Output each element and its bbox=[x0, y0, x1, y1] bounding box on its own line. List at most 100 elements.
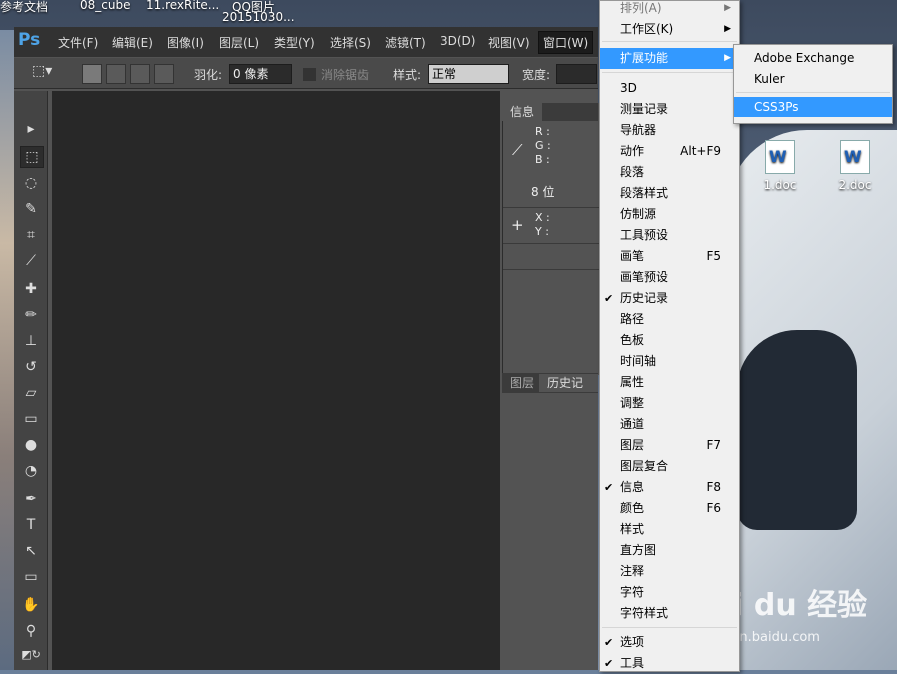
clone-stamp-icon[interactable]: ⊥ bbox=[20, 331, 42, 351]
extension-menu-item[interactable]: Kuler bbox=[734, 69, 892, 89]
document-canvas[interactable] bbox=[52, 91, 500, 670]
menu-image[interactable]: 图像(I) bbox=[167, 34, 204, 51]
window-menu-item[interactable]: 动作 Alt+F9 bbox=[600, 141, 739, 162]
menu-select[interactable]: 选择(S) bbox=[330, 34, 371, 51]
window-menu-item[interactable]: 段落 bbox=[600, 162, 739, 183]
info-b: B : bbox=[535, 153, 550, 166]
menu-file[interactable]: 文件(F) bbox=[58, 34, 98, 51]
menu-3d[interactable]: 3D(D) bbox=[440, 34, 475, 48]
tab-layers[interactable]: 图层 bbox=[502, 374, 542, 392]
menu-view[interactable]: 视图(V) bbox=[488, 34, 530, 51]
pen-tool-icon[interactable]: ✒ bbox=[20, 489, 42, 509]
window-menu-item[interactable]: 画笔预设 bbox=[600, 267, 739, 288]
window-menu-item[interactable]: 图层复合 bbox=[600, 456, 739, 477]
healing-brush-icon[interactable]: ✚ bbox=[20, 279, 42, 299]
antialias-checkbox[interactable] bbox=[303, 68, 316, 81]
window-menu-item[interactable]: 排列(A) ▶ bbox=[600, 0, 739, 19]
desktop-label[interactable]: 08_cube bbox=[80, 0, 130, 12]
menu-item-label: 历史记录 bbox=[620, 291, 669, 305]
window-menu-item[interactable]: 导航器 bbox=[600, 120, 739, 141]
history-panel bbox=[502, 393, 598, 670]
window-menu-item[interactable]: 画笔 F5 bbox=[600, 246, 739, 267]
menu-item-label: 颜色 bbox=[620, 501, 645, 515]
window-menu-item[interactable]: ✔ 信息 F8 bbox=[600, 477, 739, 498]
move-tool-icon[interactable]: ▸ bbox=[20, 119, 42, 139]
window-menu-item[interactable]: 通道 bbox=[600, 414, 739, 435]
style-select[interactable]: 正常 bbox=[428, 64, 509, 84]
window-menu-item[interactable]: 样式 bbox=[600, 519, 739, 540]
menu-shortcut: Alt+F9 bbox=[680, 144, 721, 158]
tab-info[interactable]: 信息 bbox=[502, 103, 543, 121]
window-menu-item[interactable]: 扩展功能 ▶ bbox=[600, 48, 739, 69]
quick-select-tool-icon[interactable]: ✎ bbox=[20, 199, 42, 219]
window-menu-item[interactable]: ✔ 历史记录 bbox=[600, 288, 739, 309]
menu-window[interactable]: 窗口(W) bbox=[538, 31, 594, 54]
menu-item-label: 通道 bbox=[620, 417, 645, 431]
toolbox: ▸ ⬚ ◌ ✎ ⌗ ⟋ ✚ ✏ ⊥ ↺ ▱ ▭ ● ◔ ✒ T ↖ ▭ ✋ ⚲ … bbox=[14, 91, 48, 670]
desktop-label[interactable]: 11.rexRite... bbox=[146, 0, 219, 12]
menu-shortcut: F5 bbox=[706, 249, 721, 263]
marquee-preset-icon[interactable]: ⬚▾ bbox=[32, 63, 52, 79]
menu-layer[interactable]: 图层(L) bbox=[219, 34, 259, 51]
window-menu-item[interactable]: 时间轴 bbox=[600, 351, 739, 372]
marquee-tool-icon[interactable]: ⬚ bbox=[20, 146, 44, 168]
window-menu-item[interactable]: 段落样式 bbox=[600, 183, 739, 204]
window-menu-item[interactable]: 图层 F7 bbox=[600, 435, 739, 456]
desktop-label[interactable]: 20151030... bbox=[222, 10, 295, 24]
window-menu-item[interactable]: 路径 bbox=[600, 309, 739, 330]
desktop-icon-2-doc[interactable]: 2.doc bbox=[825, 140, 885, 192]
crop-tool-icon[interactable]: ⌗ bbox=[20, 225, 42, 245]
menu-shortcut: F8 bbox=[706, 480, 721, 494]
feather-label: 羽化: bbox=[194, 68, 223, 82]
menu-filter[interactable]: 滤镜(T) bbox=[385, 34, 426, 51]
width-input[interactable] bbox=[556, 64, 597, 84]
window-menu-item[interactable]: 工具预设 bbox=[600, 225, 739, 246]
path-select-icon[interactable]: ↖ bbox=[20, 541, 42, 561]
zoom-tool-icon[interactable]: ⚲ bbox=[20, 621, 42, 641]
gradient-tool-icon[interactable]: ▭ bbox=[20, 409, 42, 429]
menu-item-label: 工具 bbox=[620, 656, 645, 670]
menu-type[interactable]: 类型(Y) bbox=[274, 34, 315, 51]
window-menu-item[interactable]: ✔ 选项 bbox=[600, 632, 739, 653]
window-menu-item[interactable]: 调整 bbox=[600, 393, 739, 414]
swap-colors-icon[interactable]: ◩↻ bbox=[20, 645, 42, 665]
lasso-tool-icon[interactable]: ◌ bbox=[20, 173, 42, 193]
eyedropper-tool-icon[interactable]: ⟋ bbox=[20, 251, 42, 271]
extension-menu-item[interactable]: Adobe Exchange bbox=[734, 48, 892, 68]
tab-history[interactable]: 历史记录 bbox=[539, 374, 598, 408]
window-menu-item[interactable]: 测量记录 bbox=[600, 99, 739, 120]
intersect-selection-icon[interactable] bbox=[154, 64, 174, 84]
window-menu-item[interactable]: 注释 bbox=[600, 561, 739, 582]
type-tool-icon[interactable]: T bbox=[20, 515, 42, 535]
window-menu-item[interactable]: 字符样式 bbox=[600, 603, 739, 624]
brush-tool-icon[interactable]: ✏ bbox=[20, 305, 42, 325]
menu-item-label: 段落 bbox=[620, 165, 645, 179]
window-menu-item[interactable]: 工作区(K) ▶ bbox=[600, 19, 739, 40]
menu-separator bbox=[602, 627, 737, 628]
dodge-tool-icon[interactable]: ◔ bbox=[20, 461, 42, 481]
window-menu-item[interactable]: 3D bbox=[600, 78, 739, 99]
window-menu-item[interactable]: 仿制源 bbox=[600, 204, 739, 225]
window-menu-item[interactable]: 直方图 bbox=[600, 540, 739, 561]
shape-tool-icon[interactable]: ▭ bbox=[20, 567, 42, 587]
add-selection-icon[interactable] bbox=[106, 64, 126, 84]
desktop-icon-1-doc[interactable]: 1.doc bbox=[750, 140, 810, 192]
window-menu-item[interactable]: ✔ 工具 bbox=[600, 653, 739, 674]
window-menu-item[interactable]: 属性 bbox=[600, 372, 739, 393]
window-menu-item[interactable]: 色板 bbox=[600, 330, 739, 351]
feather-input[interactable]: 0 像素 bbox=[229, 64, 292, 84]
info-y: Y : bbox=[535, 225, 549, 238]
subtract-selection-icon[interactable] bbox=[130, 64, 150, 84]
new-selection-icon[interactable] bbox=[82, 64, 102, 84]
submenu-arrow-icon: ▶ bbox=[724, 3, 731, 13]
desktop-label[interactable]: 参考文档 bbox=[0, 0, 48, 15]
menu-edit[interactable]: 编辑(E) bbox=[112, 34, 153, 51]
menu-separator bbox=[602, 72, 737, 73]
history-brush-icon[interactable]: ↺ bbox=[20, 357, 42, 377]
window-menu-item[interactable]: 字符 bbox=[600, 582, 739, 603]
eraser-tool-icon[interactable]: ▱ bbox=[20, 383, 42, 403]
window-menu-item[interactable]: 颜色 F6 bbox=[600, 498, 739, 519]
extension-menu-item[interactable]: CSS3Ps bbox=[734, 97, 892, 117]
hand-tool-icon[interactable]: ✋ bbox=[20, 595, 42, 615]
blur-tool-icon[interactable]: ● bbox=[20, 435, 42, 455]
